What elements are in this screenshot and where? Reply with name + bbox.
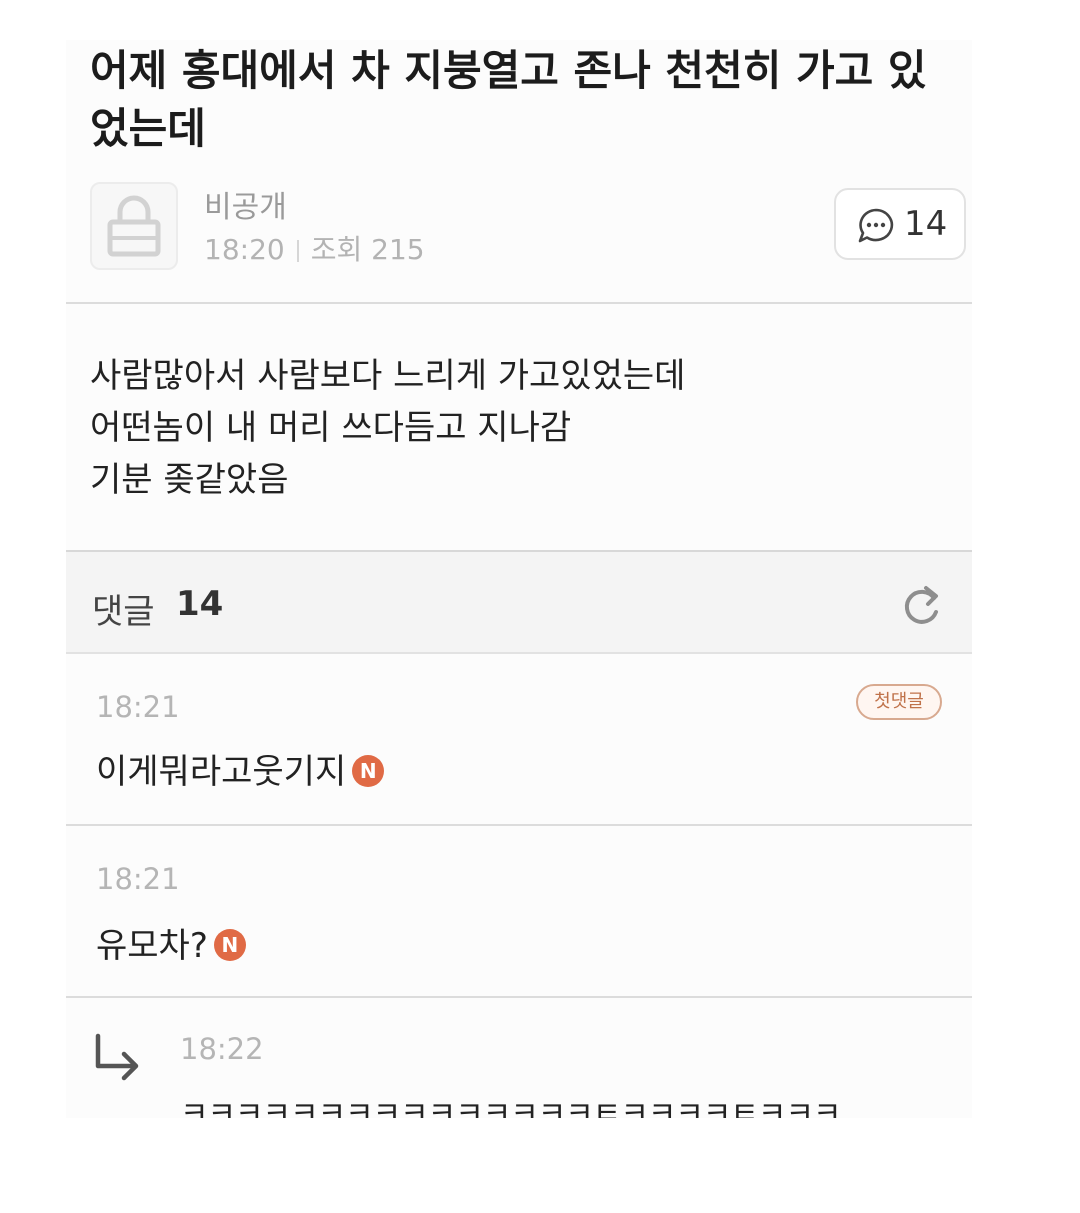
comment-time: 18:21: [96, 690, 180, 724]
comment-text: ㅋㅋㅋㅋㅋㅋㅋㅋㅋㅋㅋㅋㅋㅋㅋㅌㅋㅋㅋㅋㅌㅋㅋㅋ: [180, 1096, 841, 1118]
post-time: 18:20: [204, 233, 285, 266]
divider: [66, 302, 972, 304]
comment-count-button[interactable]: 14: [834, 188, 966, 260]
comment-body: 유모차?: [96, 926, 208, 966]
reply-item[interactable]: 18:22 ㅋㅋㅋㅋㅋㅋㅋㅋㅋㅋㅋㅋㅋㅋㅋㅌㅋㅋㅋㅋㅌㅋㅋㅋ: [66, 998, 972, 1118]
comments-count: 14: [176, 584, 224, 624]
comment-time: 18:21: [96, 862, 180, 896]
comment-text: 이게뭐라고웃기지 N: [96, 744, 385, 793]
comment-time: 18:22: [180, 1032, 264, 1066]
refresh-icon[interactable]: [900, 582, 944, 632]
comment-count: 14: [904, 204, 948, 244]
author-row: 비공개 18:20 조회 215 14: [90, 180, 966, 270]
post-screen: 어제 홍대에서 차 지붕열고 존나 천천히 가고 있었는데 비공개 18:20 조…: [66, 40, 972, 1118]
comment-item[interactable]: 18:21 유모차? N: [66, 826, 972, 996]
comments-header: 댓글 14: [66, 550, 972, 654]
reply-arrow-icon: [90, 1032, 142, 1086]
body-line: 기분 좆같았음: [90, 460, 289, 500]
new-badge: N: [352, 754, 385, 787]
body-line: 사람많아서 사람보다 느리게 가고있었는데: [90, 356, 686, 396]
meta-separator: [296, 240, 299, 262]
author-avatar[interactable]: [90, 182, 178, 270]
body-line: 어떤놈이 내 머리 쓰다듬고 지나감: [90, 408, 572, 448]
post-meta: 18:20 조회 215: [204, 228, 425, 268]
new-badge: N: [213, 928, 246, 961]
comment-body: 이게뭐라고웃기지: [96, 752, 347, 792]
post-body: 사람많아서 사람보다 느리게 가고있었는데 어떤놈이 내 머리 쓰다듬고 지나감…: [90, 350, 950, 506]
post-title: 어제 홍대에서 차 지붕열고 존나 천천히 가고 있었는데: [90, 46, 927, 153]
first-comment-badge: 첫댓글: [856, 684, 942, 720]
comment-text: 유모차? N: [96, 918, 246, 967]
author-name[interactable]: 비공개: [204, 182, 287, 226]
comment-item[interactable]: 18:21 첫댓글 이게뭐라고웃기지 N: [66, 654, 972, 824]
comments-label: 댓글: [92, 592, 155, 632]
post-views: 조회 215: [310, 233, 425, 266]
